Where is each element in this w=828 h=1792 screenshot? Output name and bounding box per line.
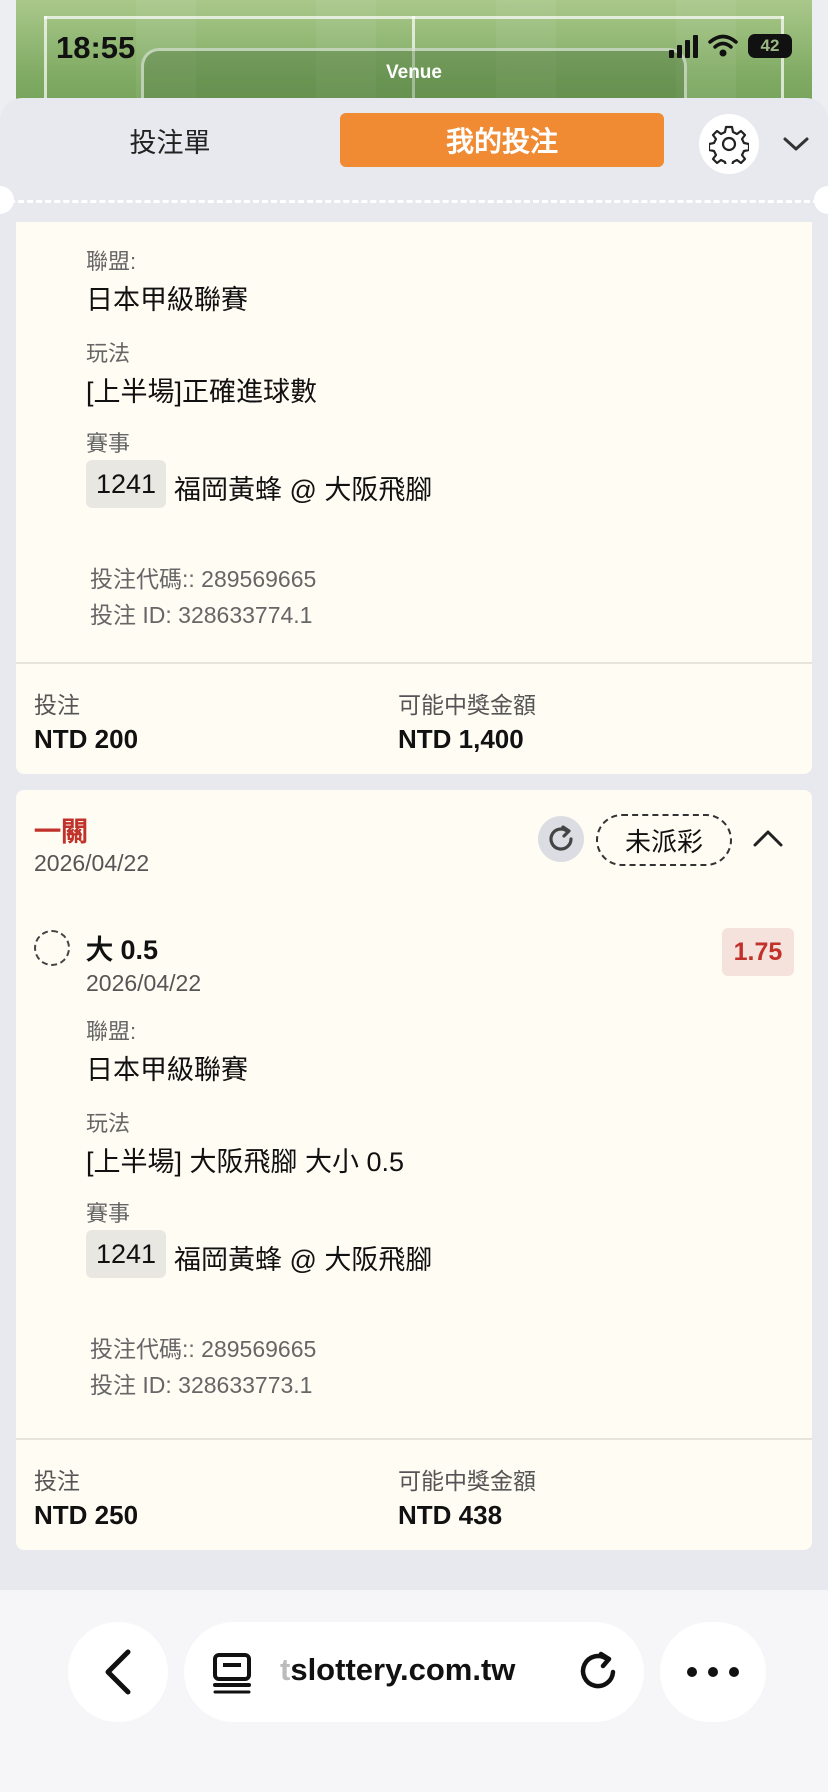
match-number: 1241 <box>86 1230 167 1278</box>
odds-badge: 1.75 <box>722 928 794 976</box>
tab-bar: 投注單 我的投注 <box>0 98 828 198</box>
payout-value: NTD 438 <box>398 1500 503 1530</box>
address-bar[interactable]: tslottery.com.tw <box>184 1622 644 1722</box>
play-label: 玩法 <box>86 1111 131 1136</box>
bet-card: 一關 2026/04/22 未派彩 大 0.5 1.75 2026/04/22 … <box>16 790 812 1550</box>
play-label: 玩法 <box>86 341 131 366</box>
status-badge: 未派彩 <box>596 814 732 866</box>
battery-indicator: 42 <box>748 34 792 58</box>
back-button[interactable] <box>68 1622 168 1722</box>
stake-label: 投注 <box>34 1468 80 1494</box>
stake-label: 投注 <box>34 692 80 718</box>
payout-label: 可能中獎金額 <box>398 1468 536 1494</box>
ticket-divider <box>0 200 828 203</box>
refresh-icon <box>549 825 573 851</box>
refresh-button[interactable] <box>538 816 584 862</box>
match-name: 福岡黃蜂 @ 大阪飛腳 <box>174 475 433 505</box>
play-value: [上半場] 大阪飛腳 大小 0.5 <box>86 1147 405 1177</box>
league-value: 日本甲級聯賽 <box>86 1055 248 1085</box>
url-host-faded: t <box>280 1652 291 1687</box>
event-label: 賽事 <box>86 431 131 456</box>
signal-icon <box>669 34 698 58</box>
event-label: 賽事 <box>86 1201 131 1226</box>
bet-card: 聯盟: 日本甲級聯賽 玩法 [上半場]正確進球數 賽事 1241 福岡黃蜂 @ … <box>16 222 812 774</box>
league-label: 聯盟: <box>86 1019 137 1044</box>
stake-value: NTD 250 <box>34 1500 139 1530</box>
venue-label: Venue <box>386 62 442 83</box>
tab-betslip[interactable]: 投注單 <box>70 114 270 166</box>
league-label: 聯盟: <box>86 249 137 274</box>
bet-id: 投注 ID: 328633774.1 <box>90 602 313 628</box>
browser-toolbar: tslottery.com.tw <box>0 1590 828 1792</box>
settings-button[interactable] <box>699 114 759 174</box>
tab-my-bets[interactable]: 我的投注 <box>340 113 664 167</box>
status-time: 18:55 <box>56 30 136 65</box>
selection-date: 2026/04/22 <box>86 970 202 996</box>
league-value: 日本甲級聯賽 <box>86 285 248 315</box>
bet-code: 投注代碼:: 289569665 <box>90 566 317 592</box>
url-host: tslottery.com.tw <box>280 1652 515 1688</box>
bet-date: 2026/04/22 <box>34 850 150 876</box>
collapse-panel-button[interactable] <box>778 126 814 162</box>
more-icon <box>687 1667 739 1677</box>
more-button[interactable] <box>660 1622 766 1722</box>
tabs-icon <box>213 1653 251 1694</box>
pending-indicator-icon <box>34 930 70 966</box>
divider <box>16 662 812 664</box>
payout-value: NTD 1,400 <box>398 724 524 754</box>
chevron-down-icon <box>783 137 809 151</box>
reload-icon[interactable] <box>576 1650 620 1694</box>
stake-value: NTD 200 <box>34 724 139 754</box>
bet-code: 投注代碼:: 289569665 <box>90 1336 317 1362</box>
payout-label: 可能中獎金額 <box>398 692 536 718</box>
bet-type: 一關 <box>34 817 88 847</box>
selection: 大 0.5 <box>86 935 159 965</box>
status-icons: 42 <box>669 34 792 58</box>
gear-icon <box>709 125 749 164</box>
match-number: 1241 <box>86 460 167 508</box>
wifi-icon <box>708 34 738 57</box>
back-icon <box>105 1649 131 1695</box>
collapse-card-button[interactable] <box>748 818 788 858</box>
match-name: 福岡黃蜂 @ 大阪飛腳 <box>174 1245 433 1275</box>
chevron-up-icon <box>753 830 783 847</box>
url-host-text: slottery.com.tw <box>290 1652 516 1687</box>
bet-id: 投注 ID: 328633773.1 <box>90 1372 313 1398</box>
play-value: [上半場]正確進球數 <box>86 377 318 407</box>
divider <box>16 1438 812 1440</box>
